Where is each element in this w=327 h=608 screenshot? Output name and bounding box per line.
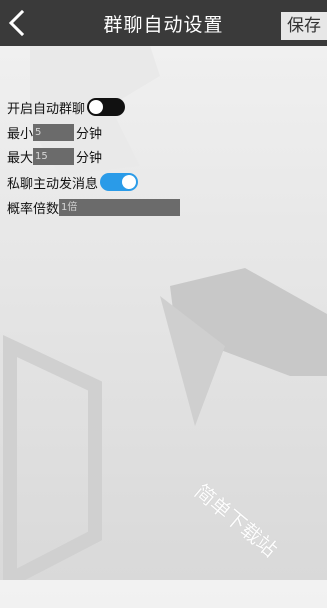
- top-bar: 群聊自动设置 保存: [0, 0, 327, 46]
- min-input[interactable]: 5: [33, 123, 75, 141]
- multiplier-input[interactable]: 1倍: [59, 198, 181, 216]
- toggle-knob: [89, 100, 104, 114]
- page-title: 群聊自动设置: [103, 14, 224, 36]
- private-chat-toggle[interactable]: [100, 173, 139, 191]
- auto-group-chat-label: 开启自动群聊: [7, 101, 86, 117]
- max-unit: 分钟: [76, 150, 103, 166]
- settings-panel: 开启自动群聊 最小 5 分钟 最大 15 分钟 私聊主动发消息 概率倍数 1倍: [0, 46, 327, 246]
- auto-group-chat-toggle[interactable]: [87, 98, 126, 116]
- max-input[interactable]: 15: [33, 147, 75, 165]
- multiplier-row: 概率倍数 1倍: [7, 197, 181, 217]
- min-interval-row: 最小 5 分钟: [7, 122, 102, 142]
- auto-group-chat-row: 开启自动群聊: [7, 97, 126, 117]
- save-button[interactable]: 保存: [281, 12, 327, 40]
- private-chat-row: 私聊主动发消息: [7, 172, 139, 192]
- min-label: 最小: [7, 126, 34, 142]
- toggle-knob: [122, 175, 137, 189]
- max-label: 最大: [7, 150, 34, 166]
- multiplier-label: 概率倍数: [7, 201, 60, 217]
- min-unit: 分钟: [76, 126, 103, 142]
- max-interval-row: 最大 15 分钟: [7, 146, 102, 166]
- private-chat-label: 私聊主动发消息: [7, 176, 99, 192]
